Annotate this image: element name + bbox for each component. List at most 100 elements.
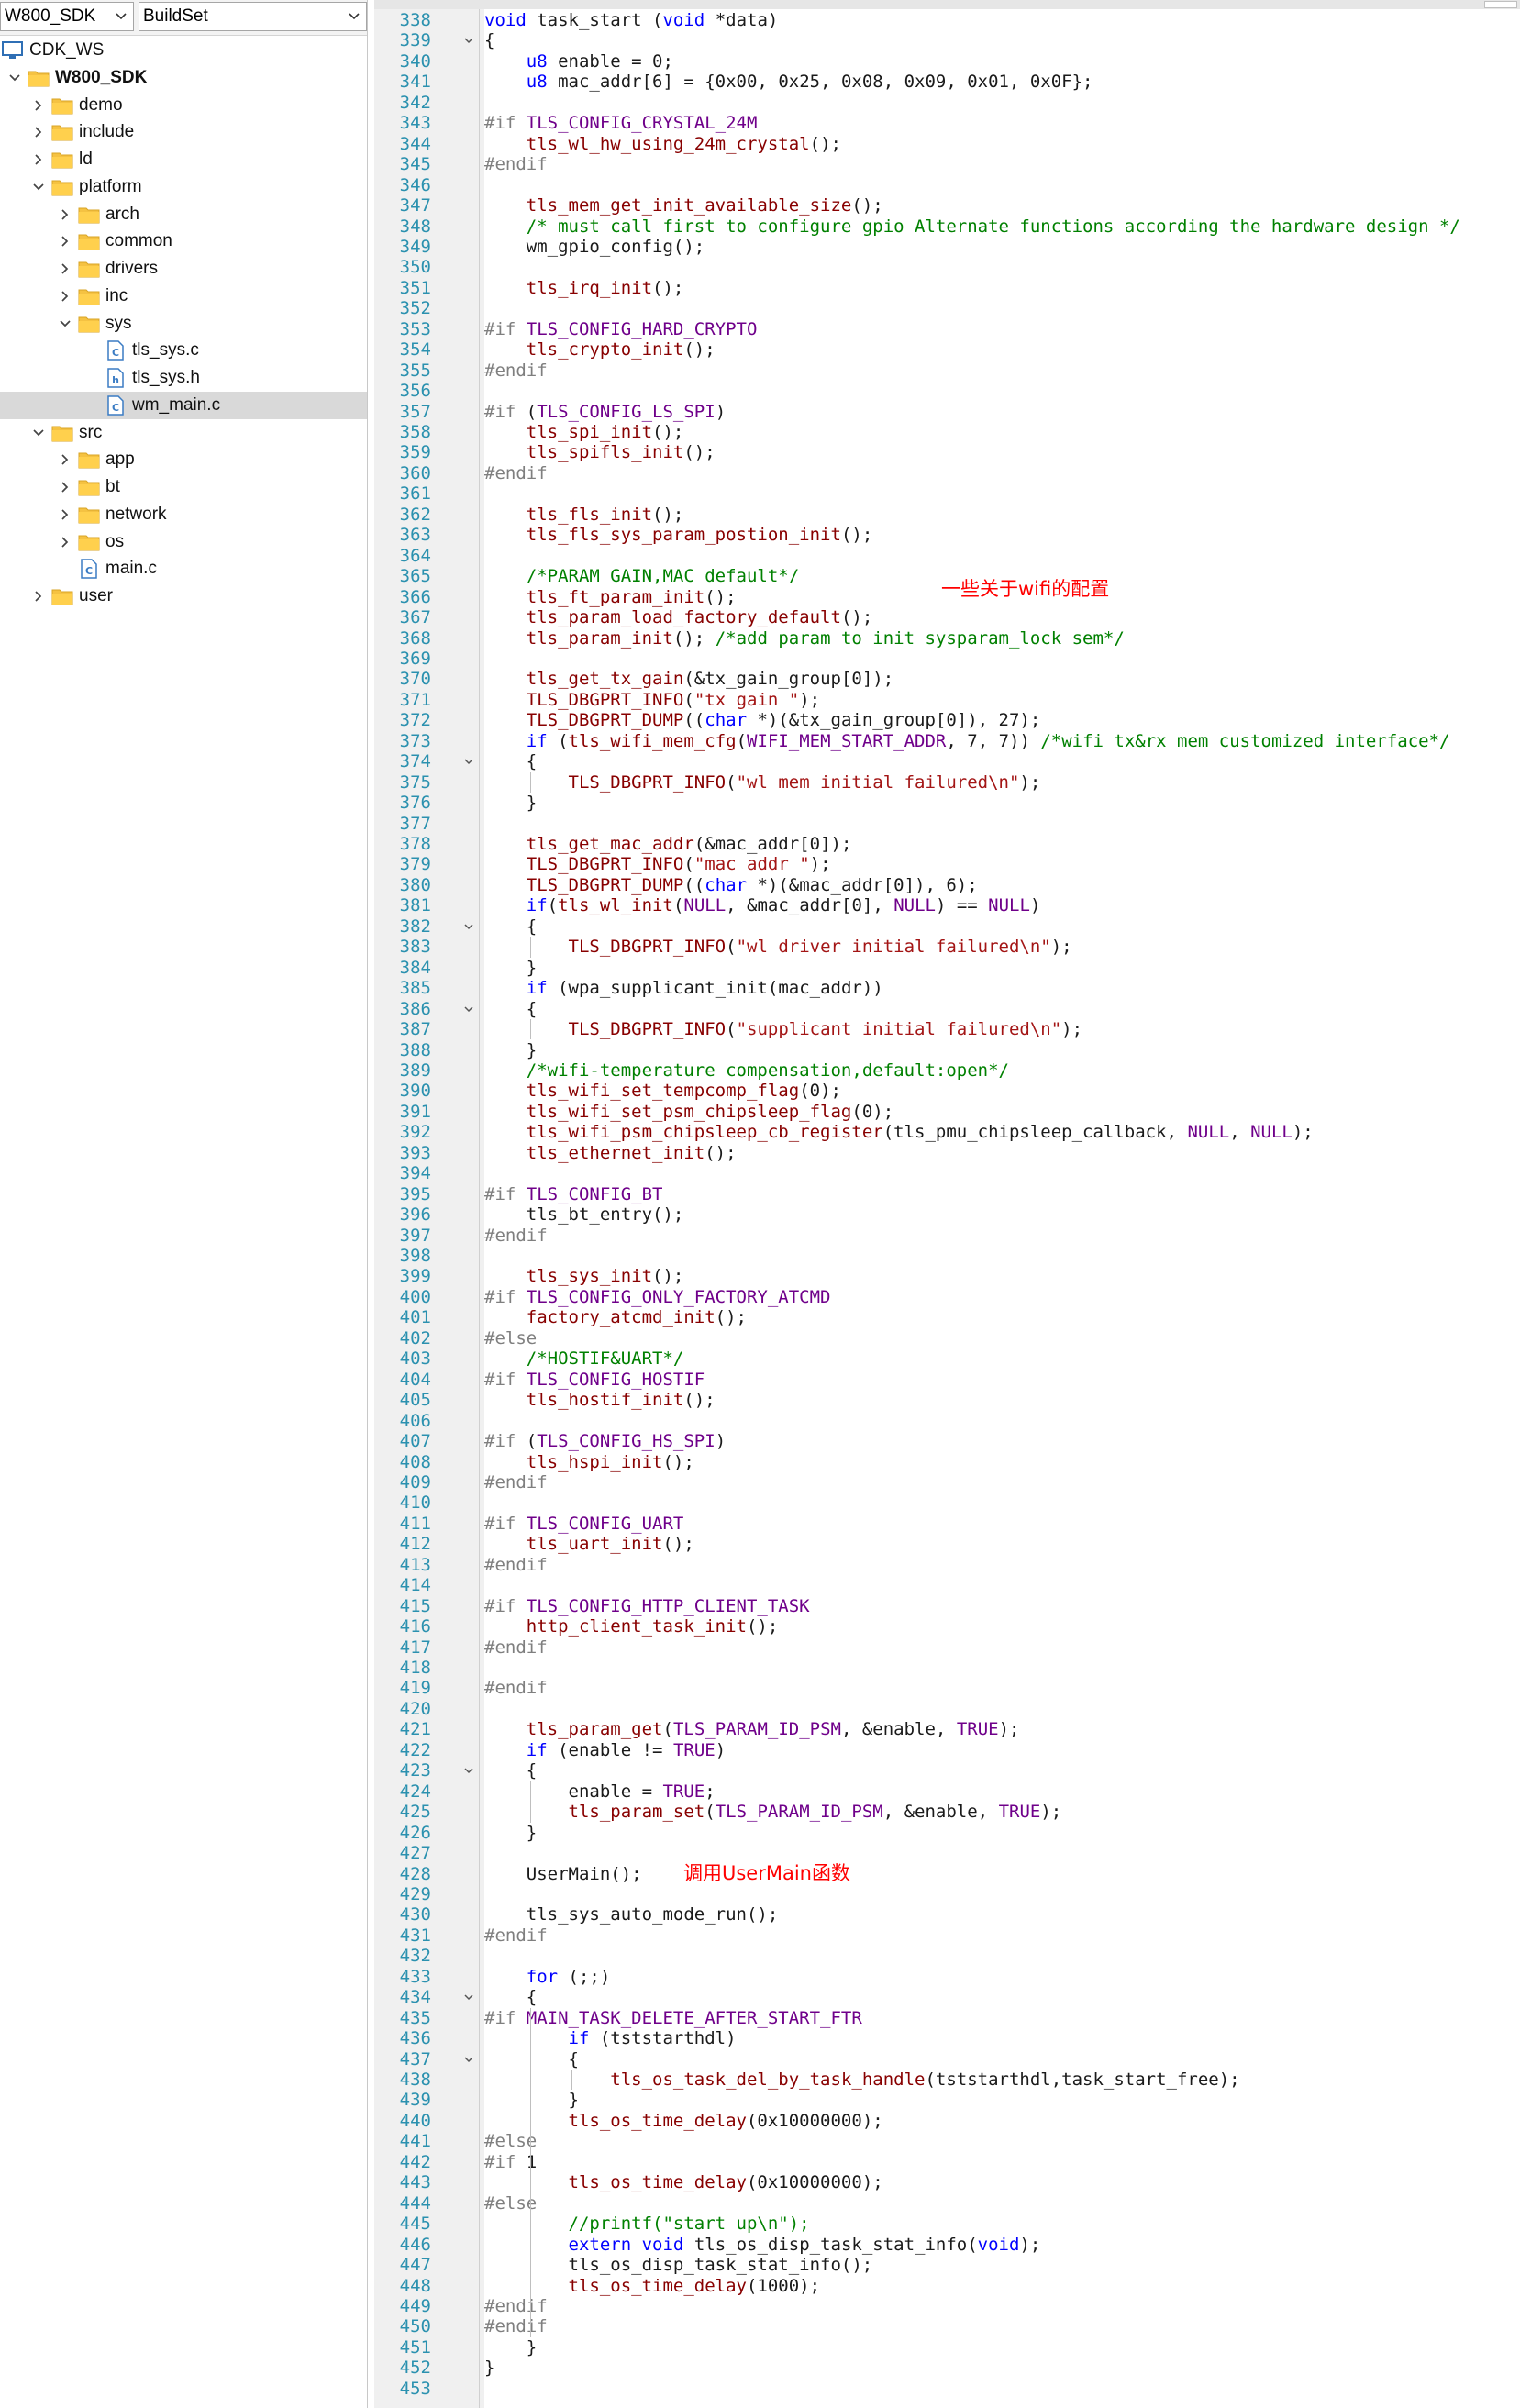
code-line[interactable]: 444 #else — [374, 2193, 1520, 2214]
chevron-down-icon[interactable] — [31, 180, 46, 194]
code-line[interactable]: 404 #if TLS_CONFIG_HOSTIF — [374, 1370, 1520, 1391]
code-line[interactable]: 413 #endif — [374, 1555, 1520, 1576]
code-line[interactable]: 405 tls_hostif_init(); — [374, 1390, 1520, 1411]
code-line[interactable]: 443 tls_os_time_delay(0x10000000); — [374, 2172, 1520, 2193]
code-line[interactable]: 416 http_client_task_init(); — [374, 1616, 1520, 1637]
code-line[interactable]: 409 #endif — [374, 1472, 1520, 1493]
code-line[interactable]: 341 u8 mac_addr[6] = {0x00, 0x25, 0x08, … — [374, 72, 1520, 93]
horizontal-scrollbar[interactable] — [374, 0, 1520, 9]
code-line[interactable]: 388 } — [374, 1040, 1520, 1061]
code-line[interactable]: 426 } — [374, 1823, 1520, 1844]
chevron-right-icon[interactable] — [58, 535, 72, 549]
fold-toggle-icon[interactable] — [463, 2054, 474, 2065]
code-line[interactable]: 384 } — [374, 958, 1520, 979]
code-line[interactable]: 371 TLS_DBGPRT_INFO("tx gain "); — [374, 690, 1520, 711]
code-line[interactable]: 389 /*wifi-temperature compensation,defa… — [374, 1060, 1520, 1082]
code-line[interactable]: 437 { — [374, 2049, 1520, 2070]
chevron-right-icon[interactable] — [58, 261, 72, 276]
chevron-right-icon[interactable] — [58, 507, 72, 522]
code-line[interactable]: 392 tls_wifi_psm_chipsleep_cb_register(t… — [374, 1122, 1520, 1143]
code-line[interactable]: 408 tls_hspi_init(); — [374, 1452, 1520, 1473]
tree-item-demo[interactable]: demo — [0, 92, 367, 119]
tree-item-ld[interactable]: ld — [0, 146, 367, 173]
code-line[interactable]: 363 tls_fls_sys_param_postion_init(); — [374, 525, 1520, 546]
code-line[interactable]: 345 #endif — [374, 154, 1520, 175]
chevron-down-icon[interactable] — [31, 426, 46, 440]
code-line[interactable]: 402 #else — [374, 1328, 1520, 1349]
code-line[interactable]: 347 tls_mem_get_init_available_size(); — [374, 195, 1520, 216]
chevron-right-icon[interactable] — [58, 452, 72, 467]
code-line[interactable]: 395 #if TLS_CONFIG_BT — [374, 1184, 1520, 1205]
code-line[interactable]: 415 #if TLS_CONFIG_HTTP_CLIENT_TASK — [374, 1596, 1520, 1617]
code-line[interactable]: 435 #if MAIN_TASK_DELETE_AFTER_START_FTR — [374, 2008, 1520, 2029]
code-line[interactable]: 369 — [374, 649, 1520, 670]
code-line[interactable]: 397 #endif — [374, 1226, 1520, 1247]
tree-item-cdk-ws[interactable]: CDK_WS — [0, 37, 367, 64]
code-line[interactable]: 442 #if 1 — [374, 2152, 1520, 2173]
code-line[interactable]: 434 { — [374, 1987, 1520, 2008]
tree-item-platform[interactable]: platform — [0, 173, 367, 201]
code-line[interactable]: 381 if(tls_wl_init(NULL, &mac_addr[0], N… — [374, 895, 1520, 916]
fold-toggle-icon[interactable] — [463, 1992, 474, 2003]
code-line[interactable]: 382 { — [374, 916, 1520, 938]
code-line[interactable]: 373 if (tls_wifi_mem_cfg(WIFI_MEM_START_… — [374, 731, 1520, 752]
code-line[interactable]: 396 tls_bt_entry(); — [374, 1204, 1520, 1226]
code-line[interactable]: 398 — [374, 1246, 1520, 1267]
code-line[interactable]: 364 — [374, 546, 1520, 567]
tree-item-sys[interactable]: sys — [0, 310, 367, 338]
build-config-select[interactable]: BuildSet — [139, 2, 367, 31]
code-line[interactable]: 343 #if TLS_CONFIG_CRYSTAL_24M — [374, 113, 1520, 134]
code-line[interactable]: 424 enable = TRUE; — [374, 1781, 1520, 1803]
code-line[interactable]: 386 { — [374, 999, 1520, 1020]
chevron-down-icon[interactable] — [58, 316, 72, 331]
chevron-right-icon[interactable] — [58, 234, 72, 249]
tree-item-inc[interactable]: inc — [0, 283, 367, 310]
code-editor[interactable]: 338 void task_start (void *data) 339{340 u… — [374, 0, 1520, 2408]
fold-toggle-icon[interactable] — [463, 1765, 474, 1776]
code-line[interactable]: 450 #endif — [374, 2316, 1520, 2337]
tree-item-network[interactable]: network — [0, 501, 367, 528]
code-line[interactable]: 419 #endif — [374, 1678, 1520, 1699]
code-line[interactable]: 353 #if TLS_CONFIG_HARD_CRYPTO — [374, 319, 1520, 340]
code-line[interactable]: 359 tls_spifls_init(); — [374, 442, 1520, 463]
code-line[interactable]: 354 tls_crypto_init(); — [374, 339, 1520, 361]
chevron-right-icon[interactable] — [31, 589, 46, 604]
scrollbar-thumb[interactable] — [1484, 1, 1517, 8]
code-line[interactable]: 385 if (wpa_supplicant_init(mac_addr)) — [374, 978, 1520, 999]
code-line[interactable]: 423 { — [374, 1760, 1520, 1781]
tree-item-tls-sys-h[interactable]: h tls_sys.h — [0, 364, 367, 392]
code-line[interactable]: 376 } — [374, 793, 1520, 814]
code-line[interactable]: 340 u8 enable = 0; — [374, 51, 1520, 72]
code-line[interactable]: 356 — [374, 381, 1520, 402]
code-line[interactable]: 406 — [374, 1411, 1520, 1432]
code-line[interactable]: 346 — [374, 175, 1520, 196]
tree-item-main-c[interactable]: Cmain.c — [0, 555, 367, 583]
code-line[interactable]: 420 — [374, 1699, 1520, 1720]
code-line[interactable]: 417 #endif — [374, 1637, 1520, 1659]
code-line[interactable]: 410 — [374, 1493, 1520, 1514]
code-line[interactable]: 425 tls_param_set(TLS_PARAM_ID_PSM, &ena… — [374, 1802, 1520, 1823]
code-line[interactable]: 412 tls_uart_init(); — [374, 1534, 1520, 1555]
chevron-right-icon[interactable] — [58, 207, 72, 222]
code-line[interactable]: 361 — [374, 483, 1520, 505]
code-line[interactable]: 418 — [374, 1658, 1520, 1679]
chevron-right-icon[interactable] — [31, 98, 46, 113]
code-line[interactable]: 357 #if (TLS_CONFIG_LS_SPI) — [374, 402, 1520, 423]
code-line[interactable]: 391 tls_wifi_set_psm_chipsleep_flag(0); — [374, 1102, 1520, 1123]
code-line[interactable]: 438 tls_os_task_del_by_task_handle(tstst… — [374, 2070, 1520, 2091]
code-line[interactable]: 377 — [374, 814, 1520, 835]
code-line[interactable]: 367 tls_param_load_factory_default(); — [374, 607, 1520, 628]
code-line[interactable]: 393 tls_ethernet_init(); — [374, 1143, 1520, 1164]
code-line[interactable]: 374 { — [374, 751, 1520, 772]
code-line[interactable]: 433 for (;;) — [374, 1967, 1520, 1988]
workspace-select[interactable]: W800_SDK — [0, 2, 134, 31]
code-line[interactable]: 428 UserMain(); — [374, 1864, 1520, 1885]
tree-item-wm-main-c[interactable]: Cwm_main.c — [0, 391, 367, 419]
chevron-right-icon[interactable] — [58, 289, 72, 304]
code-line[interactable]: 400 #if TLS_CONFIG_ONLY_FACTORY_ATCMD — [374, 1287, 1520, 1308]
code-line[interactable]: 350 — [374, 257, 1520, 278]
tree-item-common[interactable]: common — [0, 227, 367, 255]
tree-item-tls-sys-c[interactable]: Ctls_sys.c — [0, 337, 367, 364]
code-line[interactable]: 421 tls_param_get(TLS_PARAM_ID_PSM, &ena… — [374, 1719, 1520, 1740]
code-line[interactable]: 355 #endif — [374, 361, 1520, 382]
